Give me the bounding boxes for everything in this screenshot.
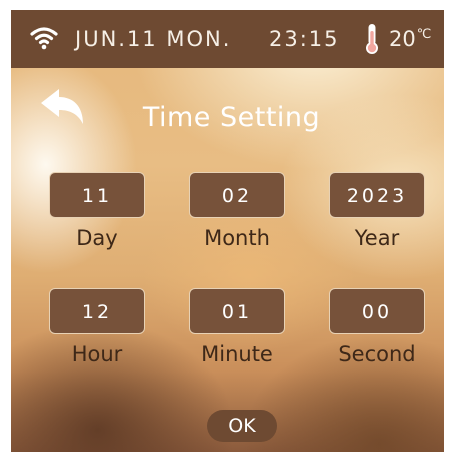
- ok-button[interactable]: OK: [207, 410, 277, 442]
- day-value[interactable]: 11: [49, 172, 145, 218]
- second-field: 00 Second: [327, 288, 427, 366]
- month-field: 02 Month: [187, 172, 287, 250]
- hour-value[interactable]: 12: [49, 288, 145, 334]
- status-date: JUN.11 MON.: [75, 27, 232, 51]
- year-field: 2023 Year: [327, 172, 427, 250]
- hour-label: Hour: [71, 342, 123, 366]
- thermometer-icon: [366, 24, 378, 54]
- year-value[interactable]: 2023: [329, 172, 425, 218]
- second-value[interactable]: 00: [329, 288, 425, 334]
- day-label: Day: [76, 226, 118, 250]
- year-label: Year: [354, 226, 400, 250]
- month-value[interactable]: 02: [189, 172, 285, 218]
- status-time: 23:15: [269, 27, 340, 51]
- minute-field: 01 Minute: [187, 288, 287, 366]
- temperature-readout: 20℃: [389, 10, 431, 68]
- status-bar: JUN.11 MON. 23:15 20℃: [11, 10, 444, 68]
- wifi-icon: [30, 27, 58, 50]
- second-label: Second: [338, 342, 416, 366]
- month-label: Month: [204, 226, 270, 250]
- time-setting-screen: JUN.11 MON. 23:15 20℃ Time Setting 11 Da…: [11, 10, 444, 452]
- temperature-value: 20: [389, 27, 416, 51]
- day-field: 11 Day: [47, 172, 147, 250]
- page-title: Time Setting: [142, 102, 321, 133]
- hour-field: 12 Hour: [47, 288, 147, 366]
- minute-label: Minute: [201, 342, 273, 366]
- minute-value[interactable]: 01: [189, 288, 285, 334]
- temperature-unit: ℃: [416, 27, 432, 42]
